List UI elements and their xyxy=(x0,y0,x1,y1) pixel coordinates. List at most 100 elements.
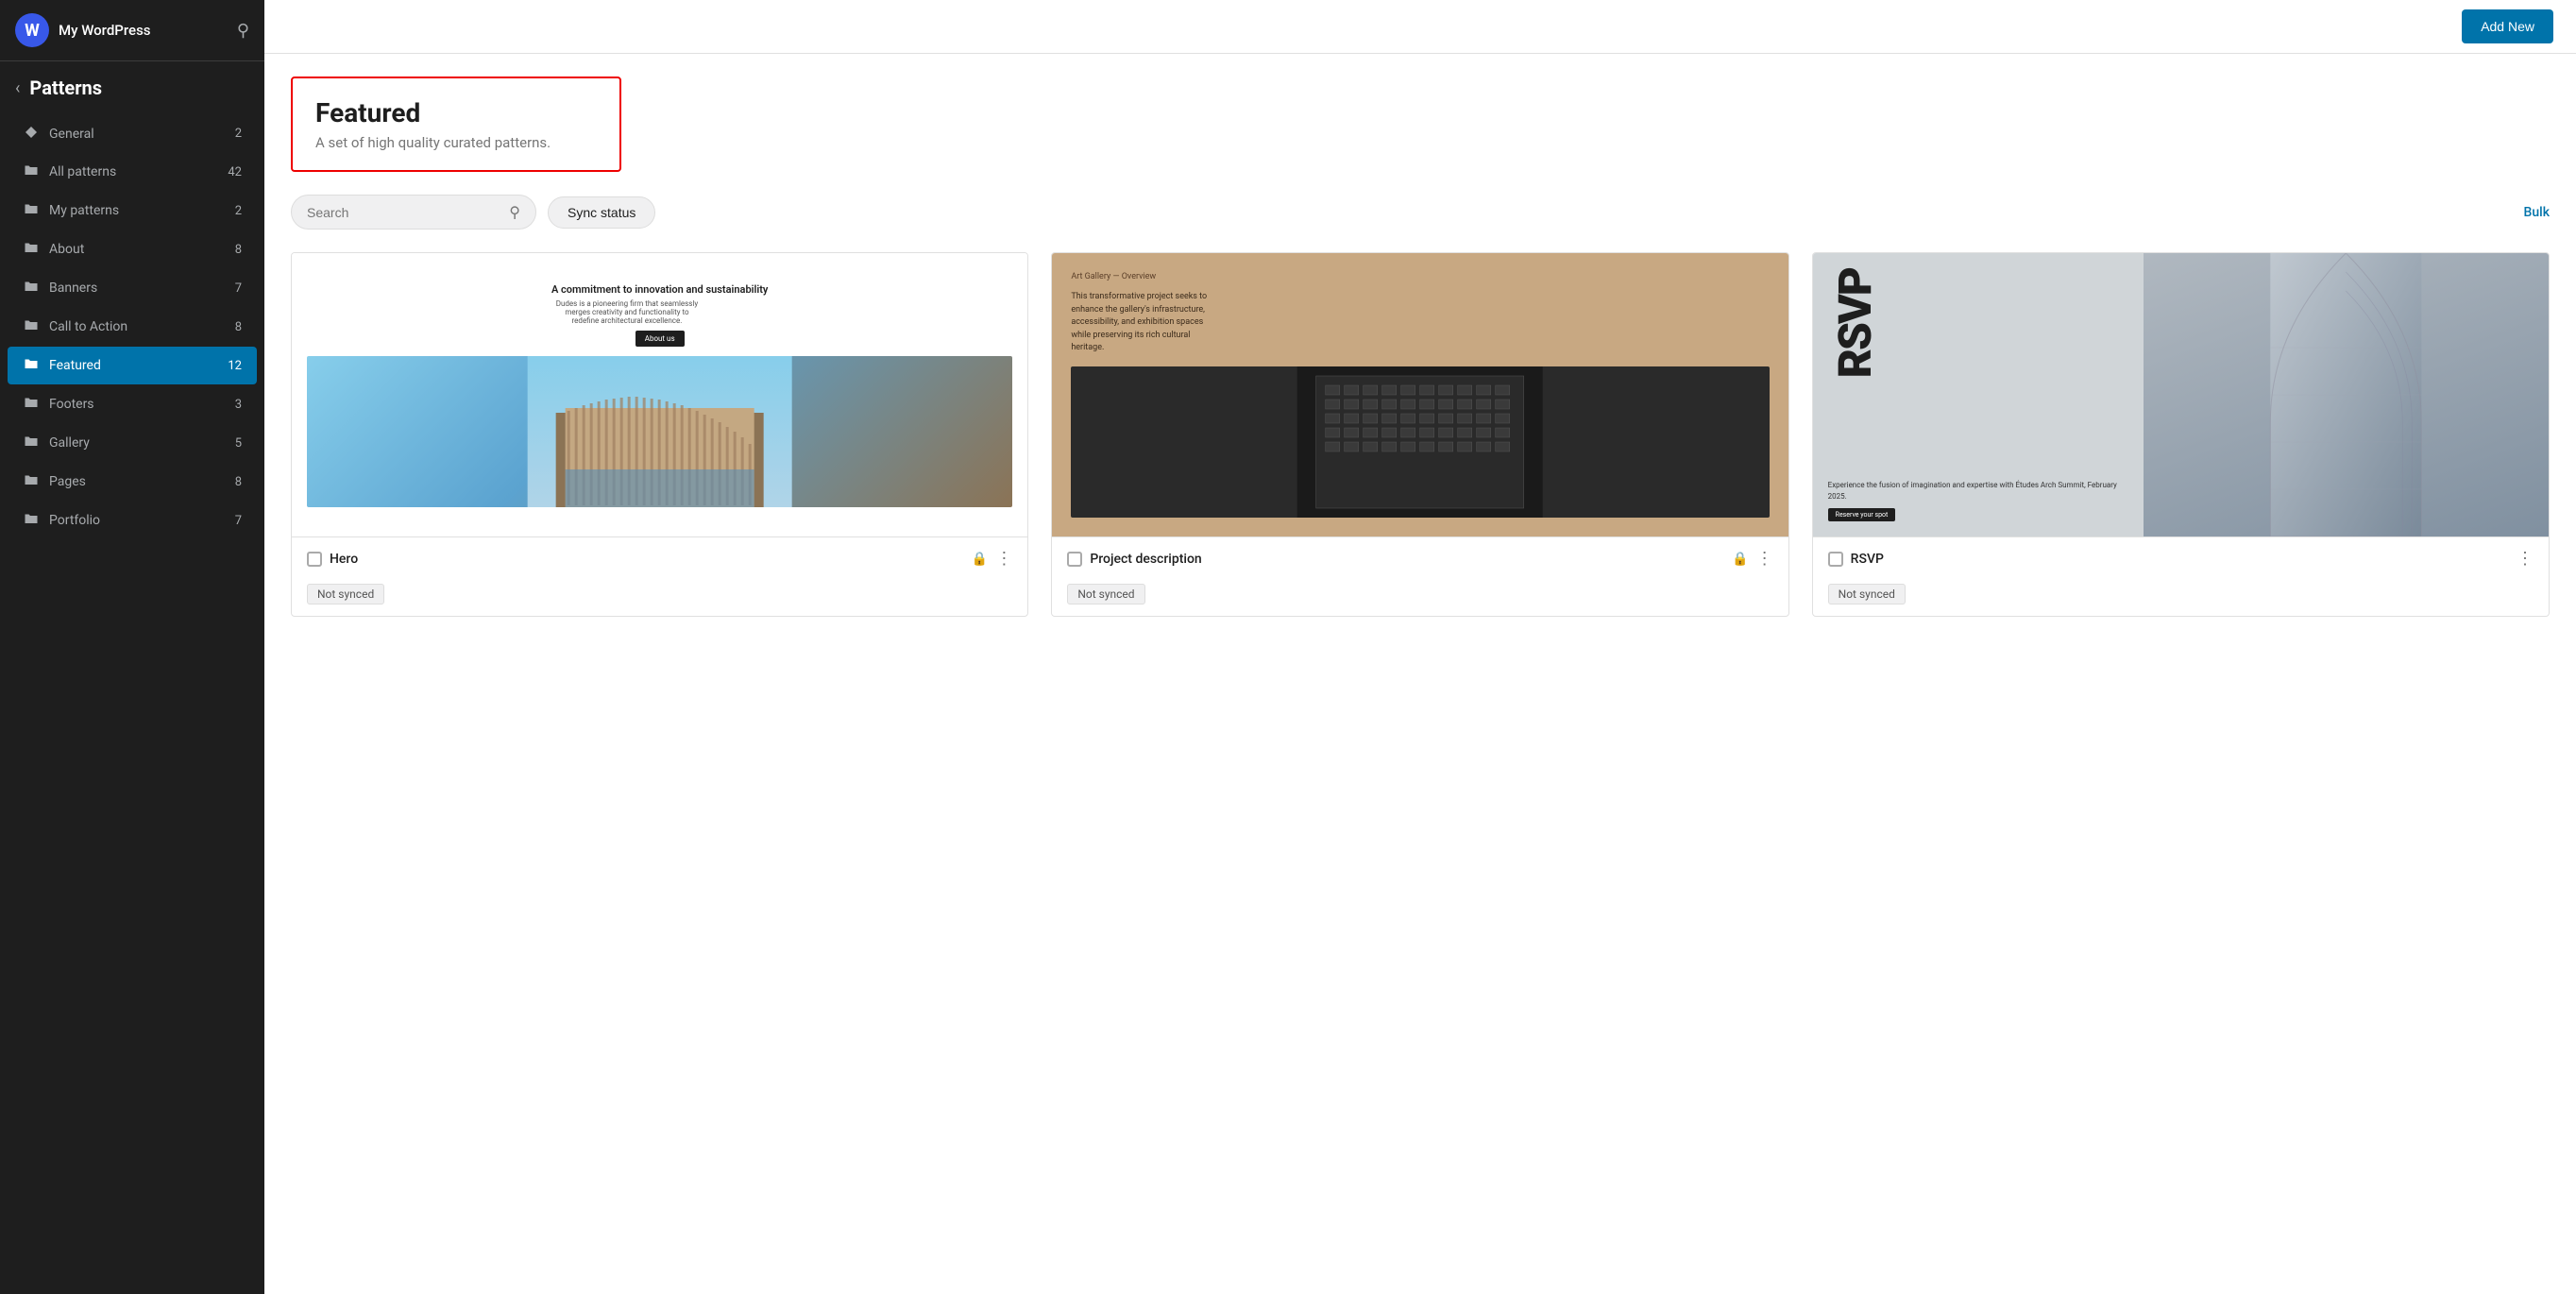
rsvp-more-icon[interactable]: ⋮ xyxy=(2517,549,2534,569)
pattern-card-project: Art Gallery — Overview This transformati… xyxy=(1051,252,1788,617)
rsvp-card-footer: RSVP ⋮ xyxy=(1813,536,2549,580)
pattern-preview-project: Art Gallery — Overview This transformati… xyxy=(1052,253,1788,536)
folder-icon-about xyxy=(23,240,40,259)
diamond-icon-general xyxy=(23,125,40,143)
sidebar-item-count-featured: 12 xyxy=(228,359,242,373)
project-checkbox[interactable] xyxy=(1067,552,1082,567)
patterns-title: Patterns xyxy=(29,77,102,99)
sidebar-item-label-call-to-action: Call to Action xyxy=(49,319,226,334)
sidebar-item-label-portfolio: Portfolio xyxy=(49,513,226,528)
sidebar-item-label-gallery: Gallery xyxy=(49,435,226,451)
search-icon: ⚲ xyxy=(509,203,520,221)
sidebar-header: W My WordPress ⚲ xyxy=(0,0,264,61)
hero-lock-icon: 🔒 xyxy=(972,552,988,567)
folder-icon-footers xyxy=(23,395,40,414)
back-arrow-icon[interactable]: ‹ xyxy=(15,78,20,98)
hero-preview-title: A commitment to innovation and sustainab… xyxy=(551,283,768,296)
sidebar: W My WordPress ⚲ ‹ Patterns General 2 All … xyxy=(0,0,264,1294)
project-sync-badge: Not synced xyxy=(1067,584,1144,604)
sidebar-item-label-about: About xyxy=(49,242,226,257)
hero-image xyxy=(307,356,1012,507)
rsvp-details: Experience the fusion of imagination and… xyxy=(1828,480,2129,502)
project-card-footer: Project description 🔒 ⋮ xyxy=(1052,536,1788,580)
sidebar-item-pages[interactable]: Pages8 xyxy=(8,463,257,501)
sidebar-item-count-pages: 8 xyxy=(235,475,242,489)
search-box[interactable]: ⚲ xyxy=(291,195,536,230)
search-input[interactable] xyxy=(307,205,501,220)
rsvp-vertical-text: RSVP xyxy=(1828,268,2129,378)
project-desc: This transformative project seeks to enh… xyxy=(1071,291,1212,355)
hero-sync-badge: Not synced xyxy=(307,584,384,604)
rsvp-card-bottom: Not synced xyxy=(1813,580,2549,616)
sidebar-item-footers[interactable]: Footers3 xyxy=(8,385,257,423)
project-image xyxy=(1071,366,1769,518)
rsvp-checkbox[interactable] xyxy=(1828,552,1843,567)
rsvp-left-panel: RSVP Experience the fusion of imaginatio… xyxy=(1813,253,2144,536)
sidebar-item-call-to-action[interactable]: Call to Action 8 xyxy=(8,308,257,346)
folder-icon-my-patterns xyxy=(23,201,40,220)
sidebar-item-featured[interactable]: Featured 12 xyxy=(8,347,257,384)
sidebar-item-count-banners: 7 xyxy=(235,281,242,296)
hero-preview-body: Dudes is a pioneering firm that seamless… xyxy=(551,299,703,325)
hero-pattern-name: Hero xyxy=(330,552,964,567)
folder-icon-portfolio xyxy=(23,511,40,530)
folder-icon-gallery xyxy=(23,434,40,452)
pattern-card-hero: A commitment to innovation and sustainab… xyxy=(291,252,1028,617)
main-content: Add New Featured A set of high quality c… xyxy=(264,0,2576,1294)
sync-status-button[interactable]: Sync status xyxy=(548,196,655,229)
sidebar-nav: General 2 All patterns 42 My patterns 2 About 8… xyxy=(0,107,264,1294)
pattern-preview-hero: A commitment to innovation and sustainab… xyxy=(292,253,1027,536)
project-card-bottom: Not synced xyxy=(1052,580,1788,616)
project-pattern-name: Project description xyxy=(1090,552,1724,567)
featured-header-box: Featured A set of high quality curated p… xyxy=(291,77,621,172)
folder-icon-featured xyxy=(23,356,40,375)
site-name: My WordPress xyxy=(59,22,151,39)
rsvp-pattern-name: RSVP xyxy=(1851,552,2509,567)
pattern-preview-rsvp: RSVP Experience the fusion of imaginatio… xyxy=(1813,253,2549,536)
top-bar: Add New xyxy=(264,0,2576,54)
wp-logo: W xyxy=(15,13,49,47)
project-label: Art Gallery — Overview xyxy=(1071,272,1156,281)
sidebar-item-about[interactable]: About 8 xyxy=(8,230,257,268)
pattern-card-rsvp: RSVP Experience the fusion of imaginatio… xyxy=(1812,252,2550,617)
hero-checkbox[interactable] xyxy=(307,552,322,567)
hero-more-icon[interactable]: ⋮ xyxy=(995,549,1012,569)
sidebar-item-count-footers: 3 xyxy=(235,398,242,412)
sidebar-item-banners[interactable]: Banners 7 xyxy=(8,269,257,307)
sidebar-item-label-featured: Featured xyxy=(49,358,218,373)
project-more-icon[interactable]: ⋮ xyxy=(1756,549,1773,569)
sidebar-item-count-gallery: 5 xyxy=(235,436,242,451)
sidebar-item-count-general: 2 xyxy=(235,127,242,141)
sidebar-item-count-about: 8 xyxy=(235,243,242,257)
sidebar-item-all-patterns[interactable]: All patterns 42 xyxy=(8,153,257,191)
sidebar-item-general[interactable]: General 2 xyxy=(8,115,257,152)
sidebar-item-count-all-patterns: 42 xyxy=(228,165,242,179)
hero-card-bottom: Not synced xyxy=(292,580,1027,616)
sidebar-item-gallery[interactable]: Gallery 5 xyxy=(8,424,257,462)
patterns-header: ‹ Patterns xyxy=(0,61,264,107)
add-new-button[interactable]: Add New xyxy=(2462,9,2553,43)
sidebar-item-label-general: General xyxy=(49,127,226,142)
bulk-action-label[interactable]: Bulk xyxy=(2524,205,2551,220)
sidebar-item-label-all-patterns: All patterns xyxy=(49,164,218,179)
featured-title: Featured xyxy=(315,97,597,128)
rsvp-right-panel xyxy=(2144,253,2549,536)
folder-icon-banners xyxy=(23,279,40,298)
sidebar-item-label-banners: Banners xyxy=(49,281,226,296)
folder-icon-all-patterns xyxy=(23,162,40,181)
hero-card-footer: Hero 🔒 ⋮ xyxy=(292,536,1027,580)
folder-icon-call-to-action xyxy=(23,317,40,336)
toolbar: ⚲ Sync status Bulk xyxy=(291,195,2550,230)
sidebar-item-label-my-patterns: My patterns xyxy=(49,203,226,218)
content-area: Featured A set of high quality curated p… xyxy=(264,54,2576,1294)
hero-preview-button: About us xyxy=(636,331,685,347)
folder-icon-pages xyxy=(23,472,40,491)
sidebar-item-count-my-patterns: 2 xyxy=(235,204,242,218)
sidebar-search-icon[interactable]: ⚲ xyxy=(237,21,249,41)
rsvp-cta: Reserve your spot xyxy=(1828,508,1896,521)
sidebar-item-count-call-to-action: 8 xyxy=(235,320,242,334)
sidebar-item-my-patterns[interactable]: My patterns 2 xyxy=(8,192,257,230)
sidebar-item-portfolio[interactable]: Portfolio 7 xyxy=(8,502,257,539)
sidebar-item-count-portfolio: 7 xyxy=(235,514,242,528)
rsvp-arch-image xyxy=(2144,253,2549,536)
